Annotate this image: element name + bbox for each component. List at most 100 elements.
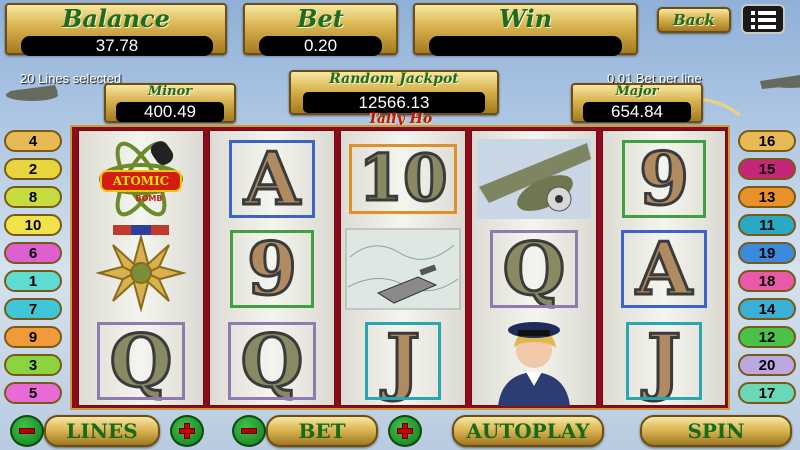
line-number: 11 xyxy=(759,216,775,234)
major-label: Major xyxy=(615,84,659,99)
line-number: 9 xyxy=(28,328,38,346)
line-tab[interactable]: 20 xyxy=(738,354,796,376)
line-tab[interactable]: 15 xyxy=(738,158,796,180)
line-tab[interactable]: 12 xyxy=(738,326,796,348)
reel-area: ATOMIC BOMB Q A 9 Q 10 J Q 9 A J xyxy=(70,125,730,410)
balance-panel: Balance 37.78 xyxy=(5,3,227,56)
medal-symbol xyxy=(79,223,203,315)
reel-1: ATOMIC BOMB Q xyxy=(78,130,204,406)
autoplay-label: AUTOPLAY xyxy=(466,419,590,443)
line-number: 4 xyxy=(28,132,38,150)
bet-button: BET xyxy=(266,415,378,447)
balance-label: Balance xyxy=(62,4,170,33)
a-symbol: A xyxy=(210,135,334,223)
bet-decrease-button[interactable] xyxy=(232,415,266,447)
menu-button[interactable] xyxy=(741,4,785,34)
line-tab[interactable]: 1 xyxy=(4,270,62,292)
plus-icon xyxy=(179,423,195,439)
q-card: Q xyxy=(96,322,186,400)
line-tab[interactable]: 5 xyxy=(4,382,62,404)
bet-panel: Bet 0.20 xyxy=(243,3,398,56)
line-tab[interactable]: 6 xyxy=(4,242,62,264)
lines-button: LINES xyxy=(44,415,160,447)
bet-control-label: BET xyxy=(298,419,346,443)
q-symbol: Q xyxy=(472,223,596,315)
line-number: 17 xyxy=(758,384,776,402)
atomic-text: ATOMIC xyxy=(112,174,169,188)
autoplay-button[interactable]: AUTOPLAY xyxy=(452,415,604,447)
line-tab[interactable]: 10 xyxy=(4,214,62,236)
j-symbol: J xyxy=(603,315,725,407)
line-number: 16 xyxy=(758,132,776,150)
line-number: 5 xyxy=(28,384,38,402)
line-tab[interactable]: 19 xyxy=(738,242,796,264)
plane-left-icon xyxy=(6,85,58,101)
line-number: 13 xyxy=(758,188,776,206)
line-tab[interactable]: 13 xyxy=(738,186,796,208)
minor-value: 400.49 xyxy=(116,102,224,122)
map-icon xyxy=(345,228,461,310)
line-number: 12 xyxy=(758,328,776,346)
major-value: 654.84 xyxy=(583,102,691,122)
line-number: 6 xyxy=(28,244,38,262)
reel-5: 9 A J xyxy=(602,130,726,406)
line-tab[interactable]: 16 xyxy=(738,130,796,152)
ten-symbol: 10 xyxy=(341,135,465,223)
line-tab[interactable]: 8 xyxy=(4,186,62,208)
back-button[interactable]: Back xyxy=(657,7,731,33)
line-number: 8 xyxy=(28,188,38,206)
win-panel: Win xyxy=(413,3,638,56)
random-jackpot-panel: Random Jackpot 12566.13 xyxy=(289,70,499,115)
pilot-symbol xyxy=(472,315,596,407)
j-symbol: J xyxy=(341,315,465,407)
bet-value: 0.20 xyxy=(259,36,382,56)
bomb-text: BOMB xyxy=(136,194,163,203)
nine-card: 9 xyxy=(621,140,707,218)
bet-label: Bet xyxy=(297,4,344,33)
line-number: 18 xyxy=(758,272,776,290)
plus-icon xyxy=(397,423,413,439)
line-number: 20 xyxy=(758,356,776,374)
minus-icon xyxy=(241,428,257,434)
line-number: 15 xyxy=(758,160,776,178)
bet-increase-button[interactable] xyxy=(388,415,422,447)
q-card: Q xyxy=(227,322,317,400)
line-tab[interactable]: 4 xyxy=(4,130,62,152)
spin-button[interactable]: SPIN xyxy=(640,415,792,447)
line-tab[interactable]: 3 xyxy=(4,354,62,376)
reel-3: 10 J xyxy=(340,130,466,406)
minor-label: Minor xyxy=(147,84,193,99)
medal-icon xyxy=(95,225,187,313)
lines-decrease-button[interactable] xyxy=(10,415,44,447)
lines-label: LINES xyxy=(66,419,138,443)
random-jackpot-value: 12566.13 xyxy=(303,92,485,113)
line-tab[interactable]: 17 xyxy=(738,382,796,404)
atomic-bomb-icon: ATOMIC BOMB xyxy=(99,141,183,217)
a-symbol: A xyxy=(603,223,725,315)
minus-icon xyxy=(19,428,35,434)
a-card: A xyxy=(621,230,707,308)
win-label: Win xyxy=(498,4,553,33)
line-tab[interactable]: 14 xyxy=(738,298,796,320)
line-tab[interactable]: 2 xyxy=(4,158,62,180)
reel-4: Q xyxy=(471,130,597,406)
line-tab[interactable]: 7 xyxy=(4,298,62,320)
map-symbol xyxy=(341,223,465,315)
spitfire-icon xyxy=(477,139,591,219)
plane-right-icon xyxy=(760,75,800,89)
q-symbol: Q xyxy=(79,315,203,407)
line-number: 1 xyxy=(28,272,38,290)
spin-label: SPIN xyxy=(687,419,745,443)
line-number: 10 xyxy=(24,216,42,234)
atomic-bomb-symbol: ATOMIC BOMB xyxy=(79,135,203,223)
q-card: Q xyxy=(489,230,579,308)
line-tab[interactable]: 11 xyxy=(738,214,796,236)
lines-increase-button[interactable] xyxy=(170,415,204,447)
line-tab[interactable]: 18 xyxy=(738,270,796,292)
line-number: 7 xyxy=(28,300,38,318)
line-number: 3 xyxy=(28,356,38,374)
line-tab[interactable]: 9 xyxy=(4,326,62,348)
a-card: A xyxy=(229,140,315,218)
line-number: 19 xyxy=(758,244,776,262)
j-card: J xyxy=(364,322,442,400)
